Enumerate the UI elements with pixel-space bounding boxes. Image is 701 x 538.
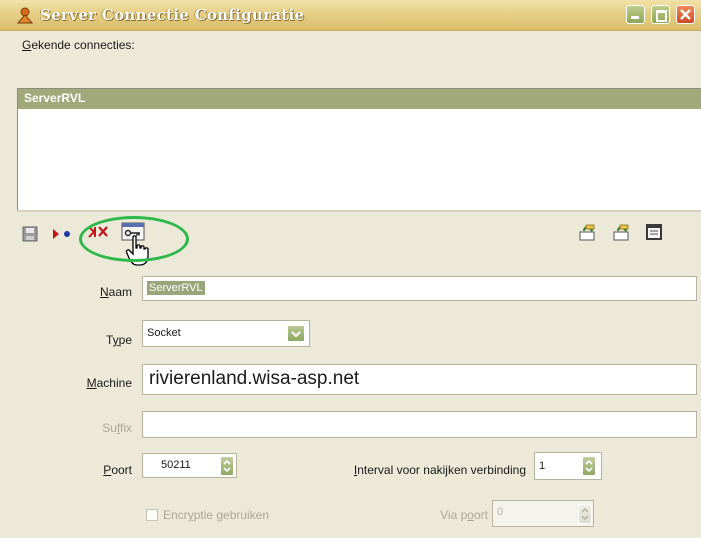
connections-label: Gekende connecties:: [22, 38, 135, 52]
list-item[interactable]: ServerRVL: [18, 89, 701, 109]
close-icon[interactable]: [676, 5, 695, 24]
highlight-annotation: [79, 216, 189, 262]
type-label: Type: [105, 333, 132, 347]
divider: [17, 210, 701, 212]
naam-input[interactable]: ServerRVL: [142, 276, 697, 301]
suffix-label: Suffix: [102, 421, 132, 435]
properties-icon[interactable]: [645, 223, 663, 241]
minimize-icon[interactable]: [626, 5, 645, 24]
naam-label: Naam: [99, 285, 132, 299]
machine-input[interactable]: rivierenland.wisa-asp.net: [142, 364, 697, 395]
import-icon[interactable]: [578, 224, 598, 242]
poort-label: Poort: [103, 463, 132, 477]
machine-label: Machine: [86, 376, 132, 390]
encryptie-label: Encryptie gebruiken: [163, 508, 270, 522]
list-item-label: ServerRVL: [24, 91, 86, 105]
window-title: Server Connectie Configuratie: [40, 6, 305, 24]
connect-icon[interactable]: [52, 228, 72, 240]
save-icon[interactable]: [22, 226, 38, 242]
interval-stepper[interactable]: [582, 456, 596, 476]
interval-label: Interval voor nakijken verbinding: [353, 463, 526, 477]
title-bar[interactable]: Server Connectie Configuratie: [0, 0, 701, 31]
server-app-icon: [16, 7, 34, 24]
maximize-icon[interactable]: [651, 5, 670, 24]
poort-stepper[interactable]: [220, 456, 234, 476]
export-icon[interactable]: [612, 224, 632, 242]
via-poort-stepper[interactable]: [578, 504, 592, 524]
server-connectie-window: Server Connectie Configuratie Gekende co…: [0, 0, 701, 538]
encryptie-checkbox[interactable]: [146, 509, 158, 521]
chevron-down-icon[interactable]: [287, 325, 305, 342]
type-select[interactable]: Socket: [142, 320, 310, 347]
connections-list[interactable]: ServerRVL: [17, 88, 701, 210]
suffix-input[interactable]: [142, 411, 697, 438]
via-poort-label: Via poort: [440, 508, 488, 522]
